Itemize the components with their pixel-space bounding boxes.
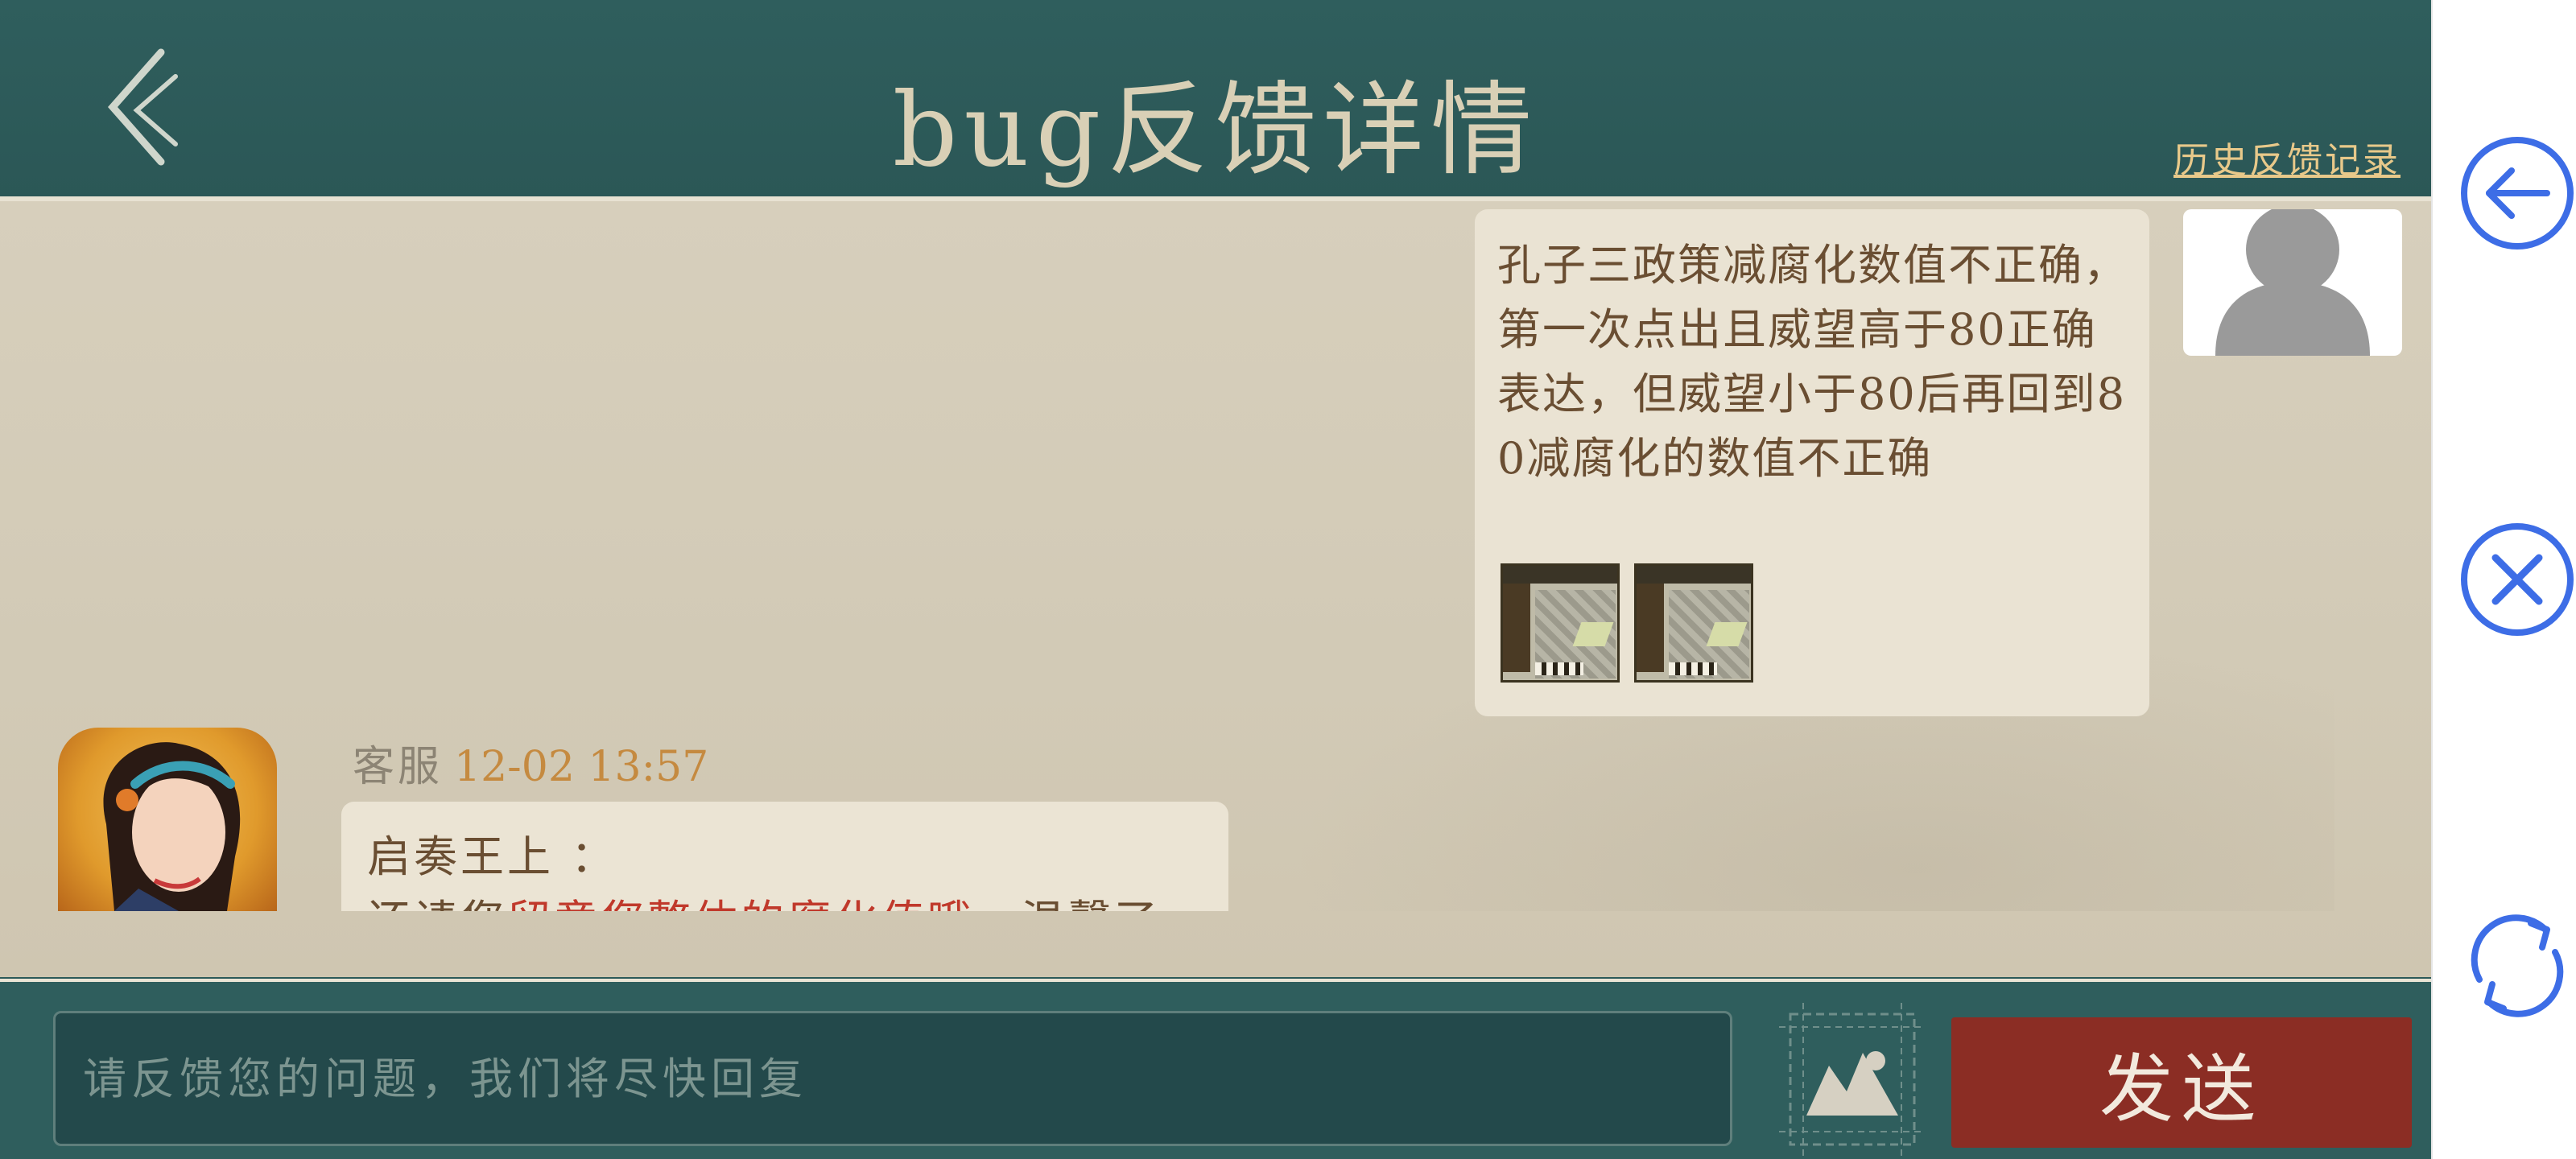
default-user-icon (2215, 209, 2370, 356)
game-window: bug反馈详情 历史反馈记录 孔子三政策减腐化数值不正确，第一次点出且威望高于8… (0, 0, 2431, 1159)
header-bar: bug反馈详情 历史反馈记录 (0, 0, 2431, 201)
input-bar: 发送 (0, 979, 2431, 1159)
chat-scroll-area[interactable]: 孔子三政策减腐化数值不正确，第一次点出且威望高于80正确表达，但威望小于80后再… (0, 201, 2431, 911)
service-text-plain: 还请您 (367, 896, 507, 911)
service-timestamp: 12-02 13:57 (454, 743, 709, 791)
service-text-plain: ，温馨了 (974, 896, 1161, 911)
service-message-line: 还请您留意您整体的腐化值哦，温馨了 (367, 885, 1161, 911)
service-message-bubble: 启奏王上 ： 还请您留意您整体的腐化值哦，温馨了 (341, 802, 1228, 911)
page-title: bug反馈详情 (892, 71, 1539, 189)
refresh-icon[interactable] (2457, 905, 2576, 1026)
service-role-label: 客服 (353, 743, 444, 791)
history-feedback-link[interactable]: 历史反馈记录 (2174, 131, 2401, 183)
user-avatar (2183, 209, 2402, 356)
service-avatar (58, 728, 277, 911)
attachment-thumbnail[interactable] (1634, 563, 1753, 683)
attachment-thumbnail[interactable] (1501, 563, 1620, 683)
side-controls (2431, 0, 2576, 1159)
service-text-highlight: 留意您整体的腐化值哦 (507, 896, 974, 911)
arrow-left-circle-icon[interactable] (2457, 133, 2576, 254)
user-message-bubble: 孔子三政策减腐化数值不正确，第一次点出且威望高于80正确表达，但威望小于80后再… (1475, 209, 2149, 716)
service-message-line: 启奏王上 ： (367, 831, 618, 882)
woman-portrait-icon (103, 742, 241, 911)
chat-area[interactable]: 孔子三政策减腐化数值不正确，第一次点出且威望高于80正确表达，但威望小于80后再… (0, 196, 2431, 977)
image-upload-icon[interactable] (1779, 1003, 1926, 1156)
send-button[interactable]: 发送 (1951, 1017, 2412, 1148)
service-meta: 客服 12-02 13:57 (353, 732, 708, 793)
feedback-input[interactable] (53, 1011, 1732, 1146)
close-circle-icon[interactable] (2457, 519, 2576, 640)
user-message-text: 孔子三政策减腐化数值不正确，第一次点出且威望高于80正确表达，但威望小于80后再… (1497, 240, 2128, 484)
